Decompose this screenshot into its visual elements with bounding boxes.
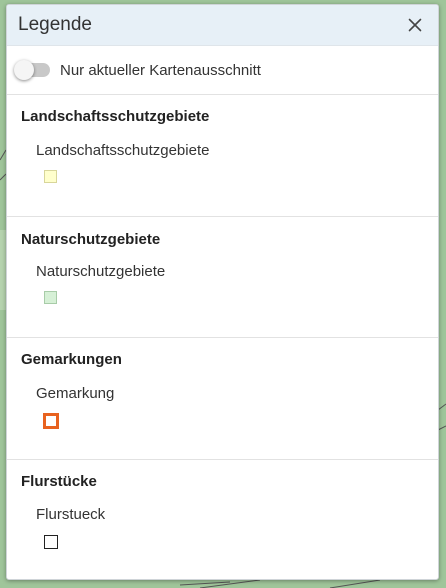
legend-swatch <box>44 170 57 183</box>
layer-label: Landschaftsschutzgebiete <box>36 142 210 159</box>
section-title: Flurstücke <box>21 473 97 490</box>
legend-title: Legende <box>18 14 92 35</box>
legend-section-naturschutzgebiete: Naturschutzgebiete Naturschutzgebiete <box>7 217 438 338</box>
map-extent-toggle-row: Nur aktueller Kartenausschnitt <box>7 46 438 95</box>
legend-swatch <box>43 413 59 429</box>
legend-swatch <box>44 535 58 549</box>
layer-label: Flurstueck <box>36 506 106 523</box>
section-title: Gemarkungen <box>21 351 122 368</box>
legend-swatch <box>44 291 57 304</box>
legend-header: Legende <box>7 5 438 46</box>
legend-panel: Legende Nur aktueller Kartenausschnitt L… <box>6 4 439 580</box>
legend-section-flurstuecke: Flurstücke Flurstueck <box>7 460 438 579</box>
map-extent-toggle[interactable] <box>14 60 50 80</box>
legend-section-gemarkungen: Gemarkungen Gemarkung <box>7 338 438 460</box>
section-title: Naturschutzgebiete <box>21 231 161 248</box>
layer-label: Naturschutzgebiete <box>36 263 166 280</box>
toggle-knob <box>14 60 34 80</box>
layer-label: Gemarkung <box>36 385 115 402</box>
section-title: Landschaftsschutzgebiete <box>21 108 210 125</box>
legend-section-landschaftsschutzgebiete: Landschaftsschutzgebiete Landschaftsschu… <box>7 95 438 217</box>
map-extent-toggle-label: Nur aktueller Kartenausschnitt <box>60 61 261 79</box>
close-icon[interactable] <box>404 14 426 36</box>
